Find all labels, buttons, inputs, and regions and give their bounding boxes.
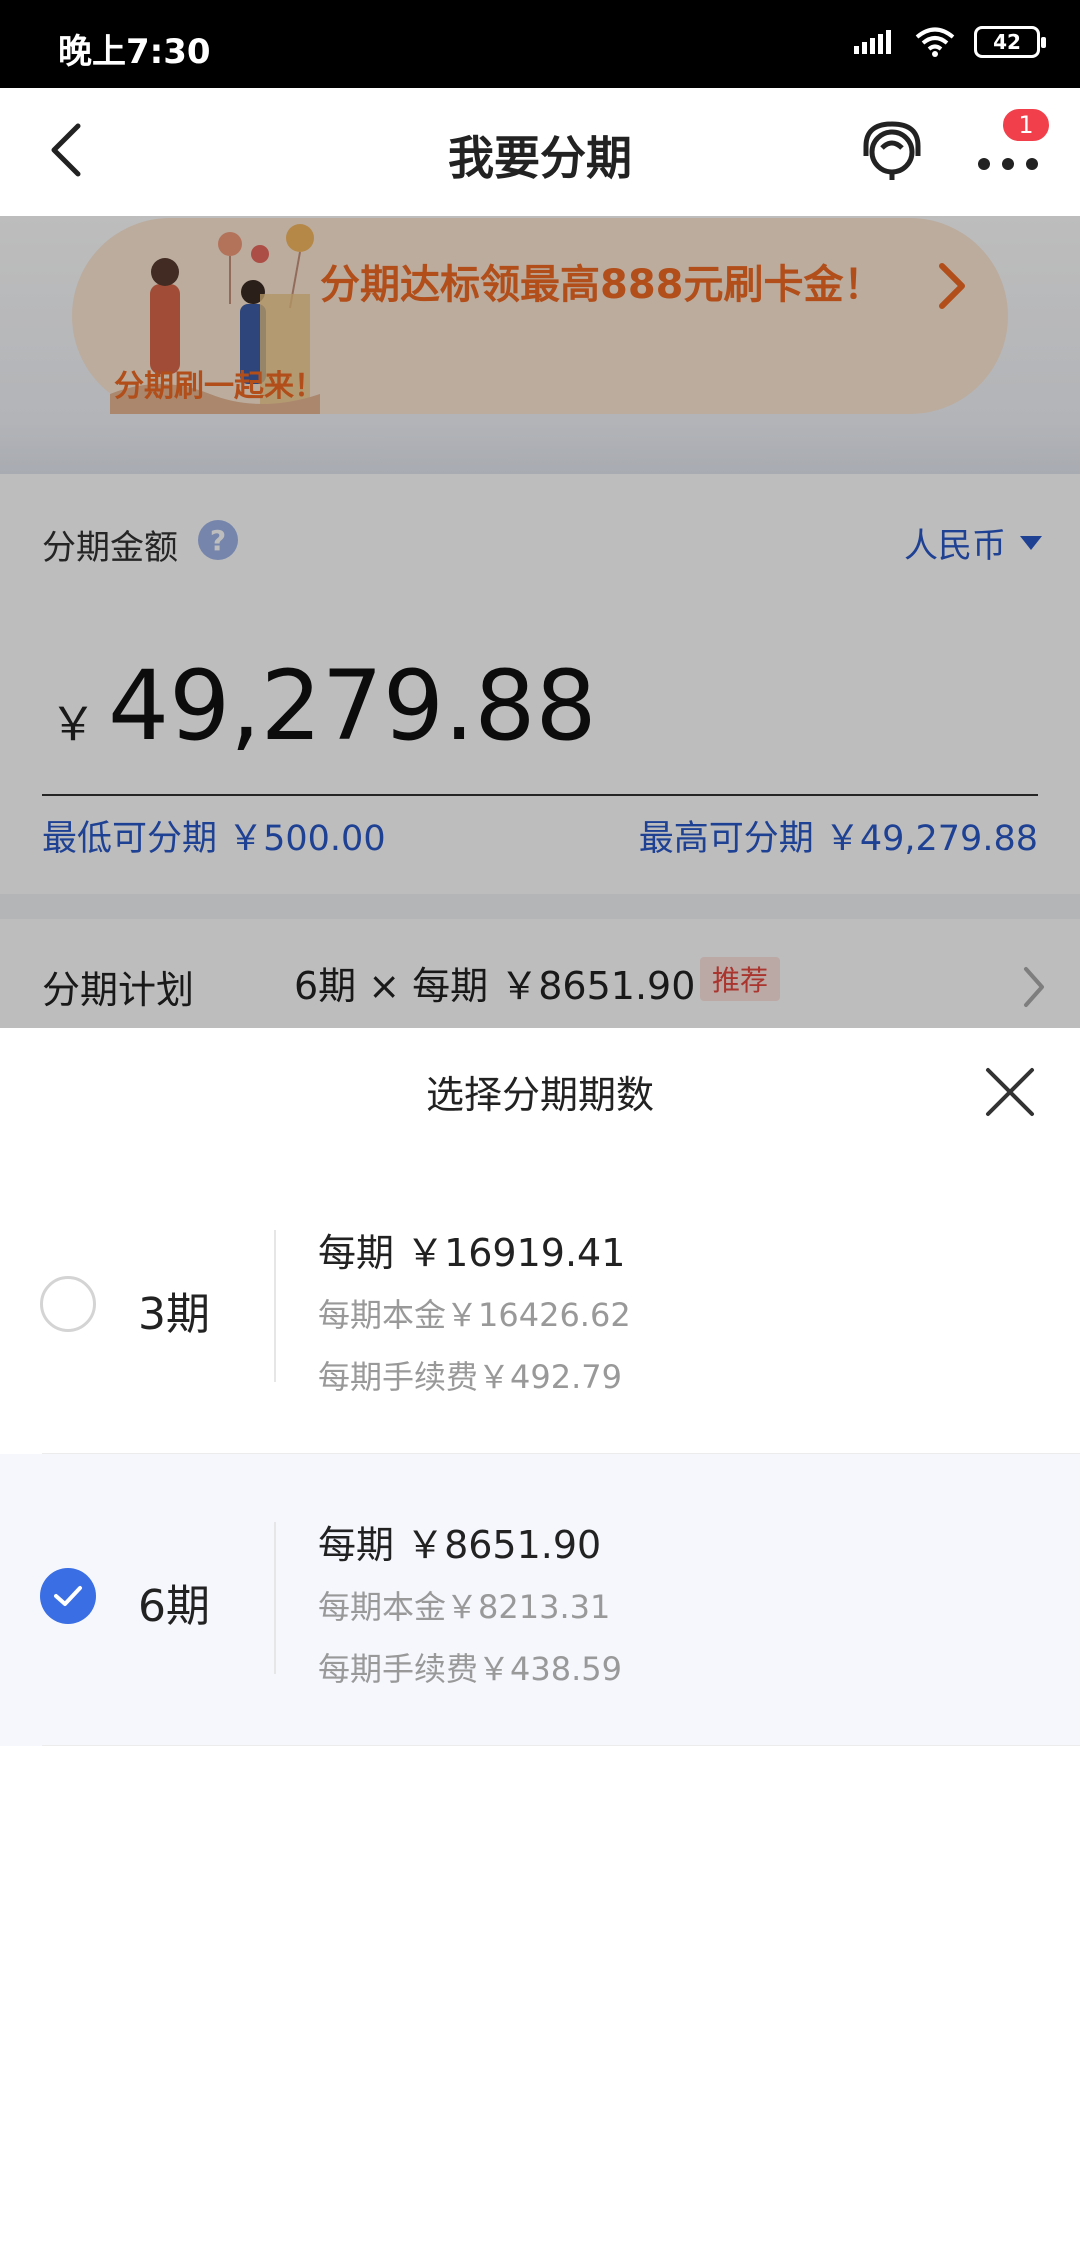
close-icon[interactable] — [982, 1064, 1038, 1120]
wifi-icon — [915, 27, 955, 57]
battery-level: 42 — [993, 30, 1021, 54]
notification-badge: 1 — [1000, 106, 1052, 144]
term-option-3[interactable]: 3期 每期 ￥16919.41 每期本金￥16426.62 每期手续费￥492.… — [0, 1162, 1080, 1454]
status-time: 晚上7:30 — [58, 32, 211, 72]
sheet-title: 选择分期期数 — [425, 1073, 654, 1117]
per-period-fee: 每期手续费￥492.79 — [318, 1358, 622, 1396]
term-select-sheet: 选择分期期数 3期 每期 ￥16919.41 每期本金￥16426.62 每期手… — [0, 1028, 1080, 2248]
customer-service-icon[interactable] — [858, 118, 926, 186]
per-period-principal: 每期本金￥16426.62 — [318, 1296, 631, 1334]
signal-icon — [854, 30, 891, 54]
term-label: 6期 — [138, 1581, 210, 1632]
term-option-6[interactable]: 6期 每期 ￥8651.90 每期本金￥8213.31 每期手续费￥438.59 — [0, 1454, 1080, 1746]
divider — [274, 1230, 276, 1382]
per-period-amount: 每期 ￥16919.41 — [318, 1231, 626, 1275]
nav-bar: 我要分期 1 — [0, 88, 1080, 216]
check-icon — [54, 1586, 82, 1606]
per-period-principal: 每期本金￥8213.31 — [318, 1588, 611, 1626]
separator — [42, 1745, 1080, 1746]
modal-backdrop[interactable] — [0, 216, 1080, 1028]
term-label: 3期 — [138, 1289, 210, 1340]
per-period-amount: 每期 ￥8651.90 — [318, 1523, 602, 1567]
radio-checked[interactable] — [40, 1568, 96, 1624]
status-bar: 晚上7:30 42 — [0, 0, 1080, 88]
divider — [274, 1522, 276, 1674]
battery-icon: 42 — [974, 26, 1046, 58]
status-icons: 42 — [854, 26, 1046, 58]
per-period-fee: 每期手续费￥438.59 — [318, 1650, 622, 1688]
radio-unchecked[interactable] — [40, 1276, 96, 1332]
